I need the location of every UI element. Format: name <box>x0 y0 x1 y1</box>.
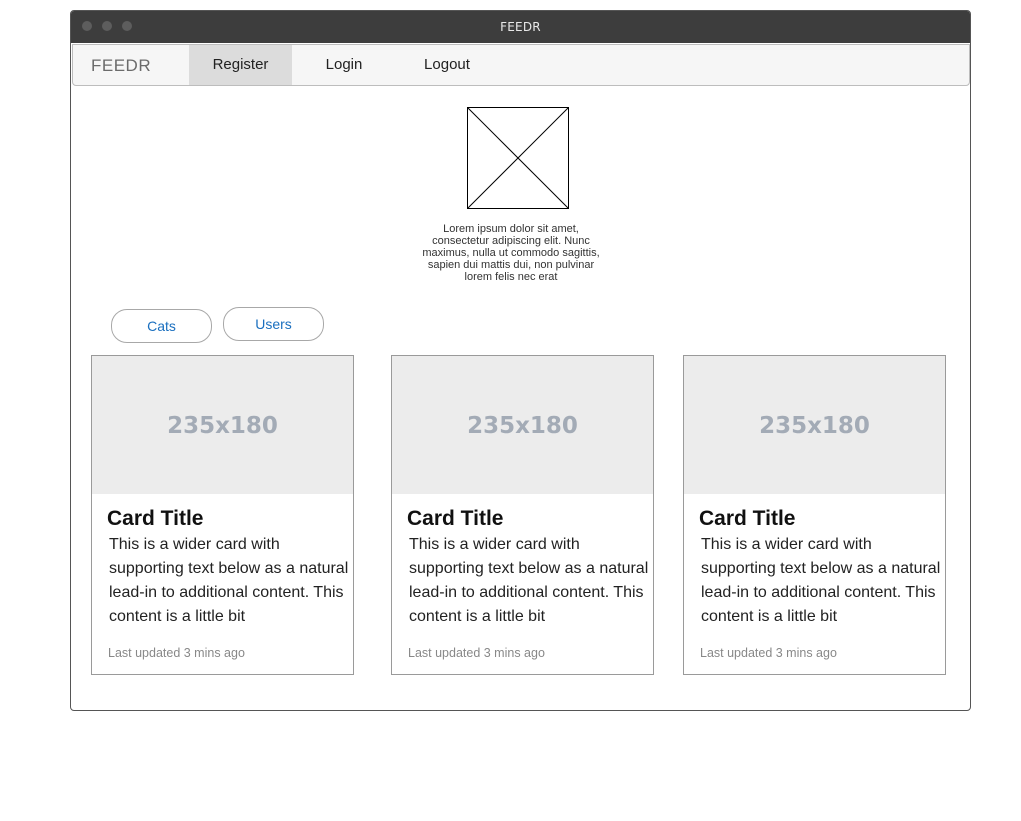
card-meta: Last updated 3 mins ago <box>108 646 245 660</box>
card[interactable]: 235x180 Card Title This is a wider card … <box>683 355 946 675</box>
window-title: FEEDR <box>500 20 541 34</box>
card-text: This is a wider card with supporting tex… <box>409 536 649 625</box>
card-image: 235x180 <box>92 356 353 494</box>
nav-register-link[interactable]: Register <box>189 45 292 85</box>
card-image: 235x180 <box>684 356 945 494</box>
intro-text: Lorem ipsum dolor sit amet, consectetur … <box>422 223 600 283</box>
card[interactable]: 235x180 Card Title This is a wider card … <box>91 355 354 675</box>
card-title: Card Title <box>107 507 204 530</box>
browser-window: FEEDR FEEDR Register Login Logout Lorem … <box>70 10 971 711</box>
nav-login-link[interactable]: Login <box>303 45 385 85</box>
card-title: Card Title <box>407 507 504 530</box>
navbar-brand[interactable]: FEEDR <box>91 56 151 76</box>
filter-users-button[interactable]: Users <box>223 307 324 341</box>
card[interactable]: 235x180 Card Title This is a wider card … <box>391 355 654 675</box>
card-text: This is a wider card with supporting tex… <box>109 536 349 625</box>
filter-cats-button[interactable]: Cats <box>111 309 212 343</box>
card-title: Card Title <box>699 507 796 530</box>
card-image: 235x180 <box>392 356 653 494</box>
image-placeholder-icon <box>467 107 569 209</box>
nav-logout-link[interactable]: Logout <box>403 45 491 85</box>
card-meta: Last updated 3 mins ago <box>408 646 545 660</box>
card-meta: Last updated 3 mins ago <box>700 646 837 660</box>
navbar: FEEDR Register Login Logout <box>72 44 970 86</box>
card-text: This is a wider card with supporting tex… <box>701 536 941 625</box>
window-titlebar: FEEDR <box>71 11 970 43</box>
